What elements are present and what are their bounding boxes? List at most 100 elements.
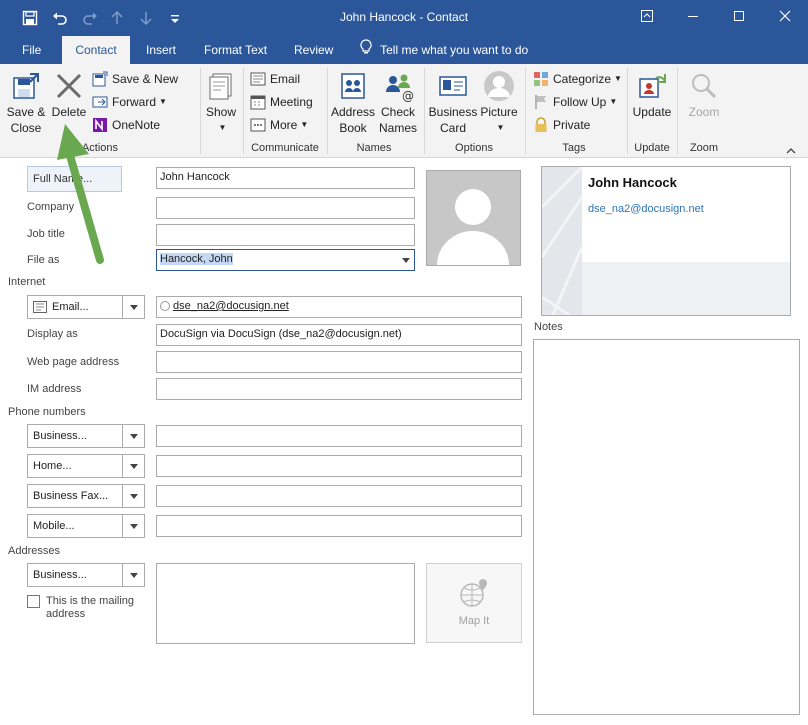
full-name-field[interactable]: John Hancock (156, 167, 415, 189)
forward-button[interactable]: Forward ▼ (92, 92, 167, 112)
onenote-button[interactable]: OneNote (92, 115, 160, 135)
show-label: Show (205, 105, 237, 119)
card-email: dse_na2@docusign.net (588, 203, 704, 215)
address-book-button[interactable]: Address Book (331, 70, 375, 136)
business-card-preview[interactable]: John Hancock dse_na2@docusign.net (541, 166, 791, 316)
email-type-value: Email... (52, 301, 89, 313)
file-as-dropdown[interactable]: Hancock, John (156, 249, 415, 271)
tab-format-text[interactable]: Format Text (194, 36, 277, 64)
categorize-button[interactable]: Categorize ▼ (533, 69, 622, 89)
display-as-label: Display as (27, 328, 78, 340)
maximize-icon[interactable] (716, 0, 762, 32)
phone-type-dropdown[interactable]: Home... (27, 454, 145, 478)
address-field[interactable] (156, 563, 415, 644)
check-names-button[interactable]: @ Check Names (376, 70, 420, 136)
file-as-value: Hancock, John (160, 253, 233, 265)
group-tags-label: Tags (562, 142, 586, 154)
save-new-button[interactable]: Save & New (92, 69, 178, 89)
address-type-dropdown[interactable]: Business... (27, 563, 145, 587)
picture-icon (483, 70, 515, 102)
update-label: Update (632, 105, 672, 119)
company-field[interactable] (156, 197, 415, 219)
show-button[interactable]: Show ▼ (204, 70, 238, 136)
email-field[interactable]: dse_na2@docusign.net (156, 296, 522, 318)
save-close-button[interactable]: Save & Close (4, 70, 48, 136)
address-book-label-1: Address (331, 105, 376, 119)
tab-review[interactable]: Review (284, 36, 343, 64)
email-type-dropdown[interactable]: Email... (27, 295, 145, 319)
phone-field[interactable] (156, 425, 522, 447)
show-icon (205, 70, 237, 102)
web-page-field[interactable] (156, 351, 522, 373)
address-book-icon (337, 70, 369, 102)
svg-text:@: @ (402, 89, 414, 102)
tab-insert[interactable]: Insert (136, 36, 186, 64)
mailing-address-label: This is the mailing address (46, 595, 134, 621)
onenote-icon (92, 117, 108, 133)
delete-label: Delete (51, 105, 87, 119)
phone-type-dropdown[interactable]: Business Fax... (27, 484, 145, 508)
meeting-icon (250, 94, 266, 110)
phone-section-label: Phone numbers (8, 406, 86, 418)
display-as-field[interactable]: DocuSign via DocuSign (dse_na2@docusign.… (156, 324, 522, 346)
file-as-label: File as (27, 254, 60, 266)
forward-dropdown-icon: ▼ (159, 97, 167, 106)
meeting-label: Meeting (270, 95, 313, 109)
mailing-address-checkbox[interactable] (27, 595, 40, 608)
im-address-field[interactable] (156, 378, 522, 400)
save-new-label: Save & New (112, 72, 179, 86)
minimize-icon[interactable] (670, 0, 716, 32)
follow-up-button[interactable]: Follow Up ▼ (533, 92, 617, 112)
close-icon[interactable] (762, 0, 808, 32)
tab-file[interactable]: File (12, 36, 51, 64)
map-it-button[interactable]: Map It (426, 563, 522, 643)
mailing-address-label-1: This is the mailing (46, 595, 135, 607)
contact-photo[interactable] (426, 170, 521, 266)
group-zoom-label: Zoom (689, 142, 719, 154)
categorize-icon (533, 71, 549, 87)
tab-contact[interactable]: Contact (62, 36, 130, 64)
business-card-button[interactable]: Business Card (428, 70, 478, 136)
email-value: dse_na2@docusign.net (173, 300, 289, 312)
collapse-ribbon-icon[interactable] (786, 144, 796, 158)
update-button[interactable]: Update (630, 70, 674, 120)
email-card-icon (33, 301, 47, 316)
email-button[interactable]: Email (250, 69, 300, 89)
phone-type-dropdown[interactable]: Business... (27, 424, 145, 448)
phone-type-value: Business... (33, 430, 87, 442)
job-title-field[interactable] (156, 224, 415, 246)
full-name-button[interactable]: Full Name... (27, 166, 122, 192)
group-communicate-label: Communicate (251, 142, 319, 154)
delete-button[interactable]: Delete (50, 70, 88, 120)
more-label: More (270, 118, 298, 132)
phone-field[interactable] (156, 455, 522, 477)
save-new-icon (92, 71, 108, 87)
more-button[interactable]: More ▼ (250, 115, 308, 135)
save-close-label-1: Save & (6, 105, 46, 119)
phone-type-value: Business Fax... (33, 490, 109, 502)
ribbon-display-icon[interactable] (624, 0, 670, 32)
phone-type-dropdown[interactable]: Mobile... (27, 514, 145, 538)
zoom-button[interactable]: Zoom (682, 70, 726, 120)
meeting-button[interactable]: Meeting (250, 92, 313, 112)
phone-field[interactable] (156, 485, 522, 507)
private-button[interactable]: Private (533, 115, 590, 135)
lock-icon (533, 117, 549, 133)
tell-me-box[interactable]: Tell me what you want to do (360, 36, 528, 64)
phone-field[interactable] (156, 515, 522, 537)
check-names-label-2: Names (378, 121, 417, 135)
mailing-address-label-2: address (46, 608, 86, 620)
notes-field[interactable] (533, 339, 800, 715)
business-card-label-1: Business (428, 105, 478, 119)
picture-button[interactable]: Picture ▼ (478, 70, 520, 136)
picture-label: Picture (480, 105, 518, 119)
follow-up-dropdown-icon: ▼ (609, 97, 618, 106)
globe-pin-icon (427, 578, 521, 611)
phone-type-value: Home... (33, 460, 72, 472)
phone-type-dropdown-icon (122, 425, 144, 447)
lightbulb-icon (360, 37, 372, 65)
company-label: Company (27, 201, 75, 213)
internet-section-label: Internet (8, 276, 46, 288)
person-silhouette-icon (427, 171, 520, 265)
separator (200, 68, 201, 154)
